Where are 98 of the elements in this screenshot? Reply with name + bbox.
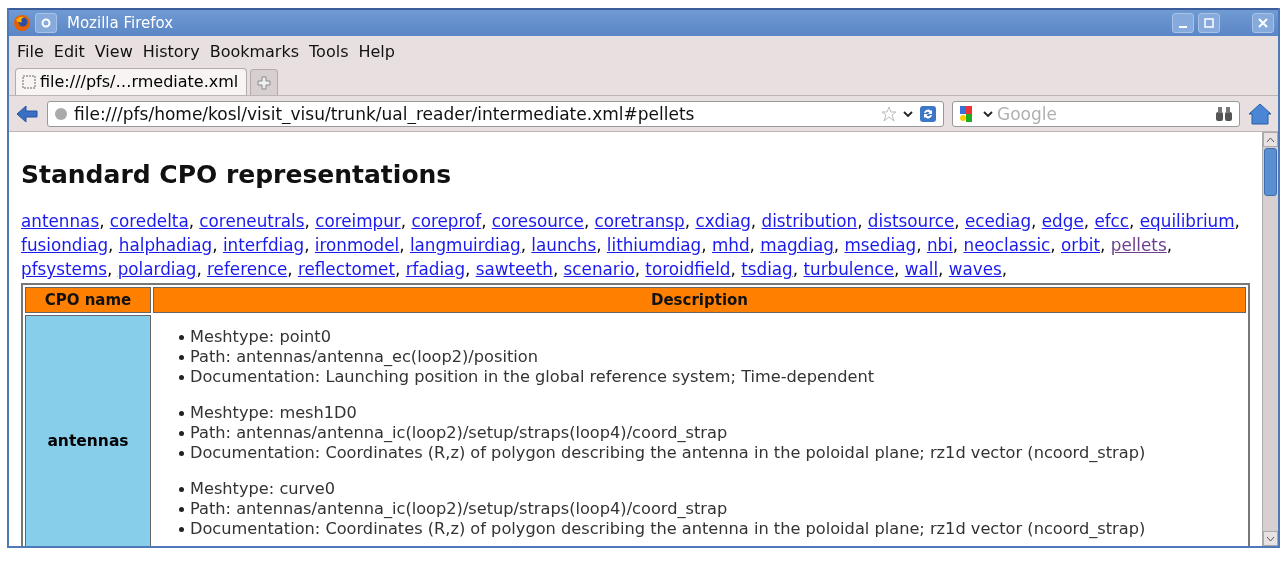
cpo-link[interactable]: fusiondiag <box>21 235 109 255</box>
cpo-link[interactable]: halphadiag <box>118 235 213 255</box>
close-icon <box>1258 18 1268 28</box>
minimize-button[interactable] <box>1172 13 1194 33</box>
page-heading: Standard CPO representations <box>21 160 452 189</box>
bullet-icon <box>179 374 184 380</box>
cpo-link[interactable]: coreimpur <box>315 211 401 231</box>
description-line: Meshtype: mesh1D0 <box>190 403 357 423</box>
address-bar[interactable]: file:///pfs/home/kosl/visit_visu/trunk/ual_reader/intermediate.xml#pellets <box>47 100 944 127</box>
window-title: Mozilla Firefox <box>67 14 175 32</box>
browser-tab[interactable]: file:///pfs/…rmediate.xml <box>15 68 248 95</box>
cpo-link[interactable]: ecediag <box>964 211 1032 231</box>
bullet-icon <box>179 526 184 532</box>
reload-icon[interactable] <box>919 104 937 123</box>
star-icon[interactable] <box>881 105 897 122</box>
bullet-icon <box>179 486 184 492</box>
cpo-link[interactable]: distsource <box>867 211 955 231</box>
page-icon <box>22 74 36 89</box>
cpo-link[interactable]: msediag <box>844 235 917 255</box>
cpo-link[interactable]: magdiag <box>760 235 834 255</box>
bullet-icon <box>179 430 184 436</box>
cpo-link[interactable]: launchs <box>531 235 597 255</box>
menu-item[interactable]: Bookmarks <box>209 42 300 61</box>
maximize-icon <box>1204 18 1214 28</box>
scrollbar[interactable] <box>1262 132 1278 546</box>
cpo-link[interactable]: tsdiag <box>741 259 793 279</box>
close-button[interactable] <box>1252 13 1274 33</box>
cpo-link[interactable]: rfadiag <box>405 259 466 279</box>
column-header: CPO name <box>25 287 151 313</box>
search-bar[interactable]: Google <box>952 100 1240 127</box>
bullet-icon <box>179 450 184 456</box>
cpo-link[interactable]: equilibrium <box>1139 211 1235 231</box>
cpo-link[interactable]: turbulence <box>803 259 895 279</box>
binoculars-icon[interactable] <box>1215 105 1233 122</box>
menu-item[interactable]: Help <box>358 42 395 61</box>
cpo-name-cell: antennas <box>25 315 151 546</box>
plus-icon <box>257 75 272 90</box>
description-line: Meshtype: curve0 <box>190 479 336 499</box>
minimize-icon <box>1179 25 1187 28</box>
cpo-link[interactable]: waves <box>948 259 1002 279</box>
menu-item[interactable]: History <box>142 42 200 61</box>
cpo-link[interactable]: sawteeth <box>475 259 553 279</box>
cpo-link[interactable]: coreprof <box>411 211 482 231</box>
cpo-link[interactable]: toroidfield <box>645 259 731 279</box>
column-header: Description <box>153 287 1246 313</box>
scroll-up-icon[interactable] <box>1266 136 1275 143</box>
description-line: Documentation: Coordinates (R,z) of polygon describing the antenna in the poloidal plane; rz1d vector (ncoord_strap) <box>190 443 1146 463</box>
scroll-thumb[interactable] <box>1264 148 1277 196</box>
dropdown-caret-icon[interactable] <box>903 109 913 118</box>
globe-icon <box>54 106 68 121</box>
menu-item[interactable]: File <box>17 42 44 61</box>
cpo-link[interactable]: orbit <box>1061 235 1101 255</box>
cpo-link[interactable]: mhd <box>711 235 750 255</box>
cpo-link[interactable]: distribution <box>761 211 858 231</box>
scroll-down-icon[interactable] <box>1266 535 1275 542</box>
cpo-link[interactable]: antennas <box>21 211 100 231</box>
menu-item[interactable]: Tools <box>309 42 349 61</box>
bullet-icon <box>179 354 184 360</box>
description-line: Meshtype: point0 <box>190 327 331 347</box>
cpo-link[interactable]: wall <box>904 259 939 279</box>
cpo-link[interactable]: coretransp <box>594 211 685 231</box>
menu-item[interactable]: View <box>94 42 133 61</box>
cpo-link[interactable]: edge <box>1041 211 1084 231</box>
circle-icon <box>41 18 51 28</box>
home-icon[interactable] <box>1248 102 1272 125</box>
description-line: Documentation: Launching position in the global reference system; Time-dependent <box>190 367 875 387</box>
cpo-link[interactable]: coresource <box>491 211 584 231</box>
firefox-icon <box>13 14 31 32</box>
description-line: Path: antennas/antenna_ic(loop2)/setup/straps(loop4)/coord_strap <box>190 423 728 443</box>
bullet-icon <box>179 334 184 340</box>
bullet-icon <box>179 506 184 512</box>
bullet-icon <box>179 410 184 416</box>
cpo-link[interactable]: coreneutrals <box>199 211 305 231</box>
description-line: Path: antennas/antenna_ec(loop2)/position <box>190 347 538 367</box>
menu-item[interactable]: Edit <box>53 42 85 61</box>
cpo-link[interactable]: coredelta <box>109 211 189 231</box>
cpo-link[interactable]: langmuirdiag <box>409 235 521 255</box>
cpo-link[interactable]: reference <box>207 259 288 279</box>
search-input[interactable]: Google <box>997 103 1211 124</box>
cpo-link[interactable]: nbi <box>926 235 953 255</box>
description-line: Path: antennas/antenna_ic(loop2)/setup/straps(loop4)/coord_strap <box>190 499 728 519</box>
cpo-link[interactable]: pellets <box>1110 235 1167 255</box>
address-input[interactable]: file:///pfs/home/kosl/visit_visu/trunk/ual_reader/intermediate.xml#pellets <box>74 103 875 124</box>
cpo-link[interactable]: polardiag <box>117 259 197 279</box>
cpo-link[interactable]: lithiumdiag <box>606 235 702 255</box>
cpo-link[interactable]: cxdiag <box>695 211 751 231</box>
cpo-link[interactable]: reflectomet <box>297 259 395 279</box>
cpo-link[interactable]: scenario <box>563 259 635 279</box>
back-arrow-icon[interactable] <box>15 103 39 124</box>
cpo-link[interactable]: efcc <box>1094 211 1130 231</box>
cpo-link[interactable]: pfsystems <box>21 259 107 279</box>
dropdown-caret-icon[interactable] <box>983 109 993 118</box>
cpo-link[interactable]: ironmodel <box>314 235 400 255</box>
window-menu-button[interactable] <box>35 13 57 33</box>
description-line: Documentation: Coordinates (R,z) of polygon describing the antenna in the poloidal plane; rz1d vector (ncoord_strap) <box>190 519 1146 539</box>
cpo-link[interactable]: neoclassic <box>963 235 1051 255</box>
cpo-link[interactable]: interfdiag <box>222 235 305 255</box>
link-list: antennas, coredelta, coreneutrals, coreimpur, coreprof, coresource, coretransp, cxdiag, distribution, distsource, ecediag, edge, efcc, equilibrium, fusiondiag, halphadiag, interfdiag, ironmodel, langmuirdiag, launchs, lithiumdiag, mhd, magdiag, msediag, nbi, neoclassic, orbit, pellets, pfsystems, polardiag, reference, reflectomet, rfadiag, sawteeth, scenario, toroidfield, tsdiag, turbulence, wall, waves, <box>21 209 1250 281</box>
